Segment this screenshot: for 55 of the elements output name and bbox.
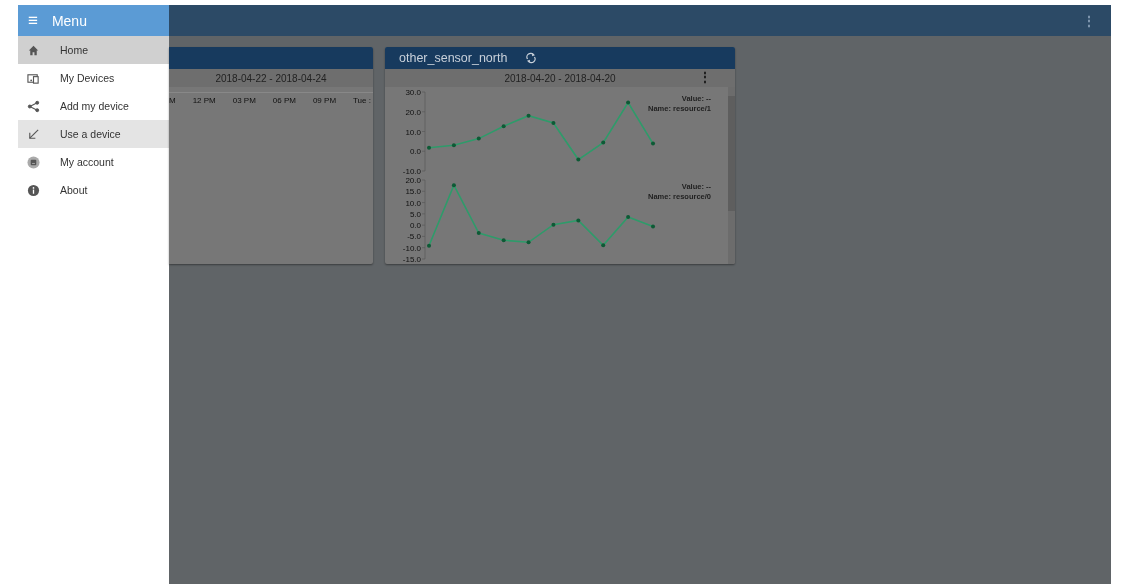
home-icon: [27, 43, 40, 57]
date-range: 2018-04-20 - 2018-04-20: [504, 72, 616, 84]
data-point: [651, 224, 655, 229]
time-tick-label: M: [169, 96, 176, 105]
time-tick-label: Tue :: [353, 96, 371, 105]
y-tick-label: -10.0: [402, 243, 421, 253]
account-icon: [27, 155, 40, 169]
data-point: [526, 113, 531, 118]
data-point: [651, 141, 655, 146]
data-point: [551, 222, 556, 227]
scrollbar[interactable]: [728, 87, 735, 264]
y-tick-label: 10.0: [405, 127, 421, 137]
menu-item[interactable]: Use a device: [18, 120, 169, 148]
date-range: 2018-04-22 - 2018-04-24: [215, 72, 327, 84]
time-tick-label: 06 PM: [272, 96, 296, 105]
drawer-title: Menu: [51, 12, 87, 29]
y-tick-label: 20.0: [405, 107, 421, 117]
data-point: [626, 215, 631, 219]
more-icon[interactable]: ⋮: [1083, 14, 1095, 27]
data-point: [451, 143, 456, 148]
info-icon: [27, 183, 40, 197]
data-point: [626, 100, 631, 105]
y-tick-label: 0.0: [409, 221, 421, 231]
data-point: [427, 145, 431, 150]
data-point: [526, 240, 531, 245]
share-icon: [27, 99, 40, 113]
y-tick-label: -10.0: [402, 167, 421, 175]
y-tick-label: 15.0: [405, 187, 421, 197]
y-tick-label: 30.0: [405, 88, 421, 97]
data-point: [476, 231, 481, 236]
refresh-icon[interactable]: [525, 52, 538, 64]
time-tick-label: 03 PM: [232, 96, 256, 105]
data-point: [427, 243, 431, 248]
devices-icon: [27, 71, 40, 85]
y-tick-label: 0.0: [409, 147, 421, 157]
menu-item[interactable]: Home: [18, 36, 169, 64]
y-tick-label: 20.0: [405, 176, 421, 185]
card-title: other_sensor_north: [399, 51, 508, 65]
data-point: [601, 243, 606, 248]
data-point: [551, 121, 556, 125]
data-point: [501, 124, 506, 129]
time-tick-label: 09 PM: [312, 96, 337, 105]
data-point: [576, 218, 581, 223]
y-tick-label: 10.0: [405, 198, 421, 208]
data-point: [576, 157, 581, 162]
data-point: [476, 136, 481, 141]
y-tick-label: -15.0: [402, 255, 421, 263]
data-point: [501, 238, 506, 243]
data-point: [451, 183, 456, 188]
more-icon[interactable]: ⋮: [699, 71, 711, 83]
arrow-down-left-icon: [27, 127, 40, 141]
data-point: [601, 140, 606, 145]
time-tick-label: 12 PM: [192, 96, 216, 105]
y-tick-label: -5.0: [407, 232, 421, 242]
y-tick-label: 5.0: [409, 209, 421, 219]
